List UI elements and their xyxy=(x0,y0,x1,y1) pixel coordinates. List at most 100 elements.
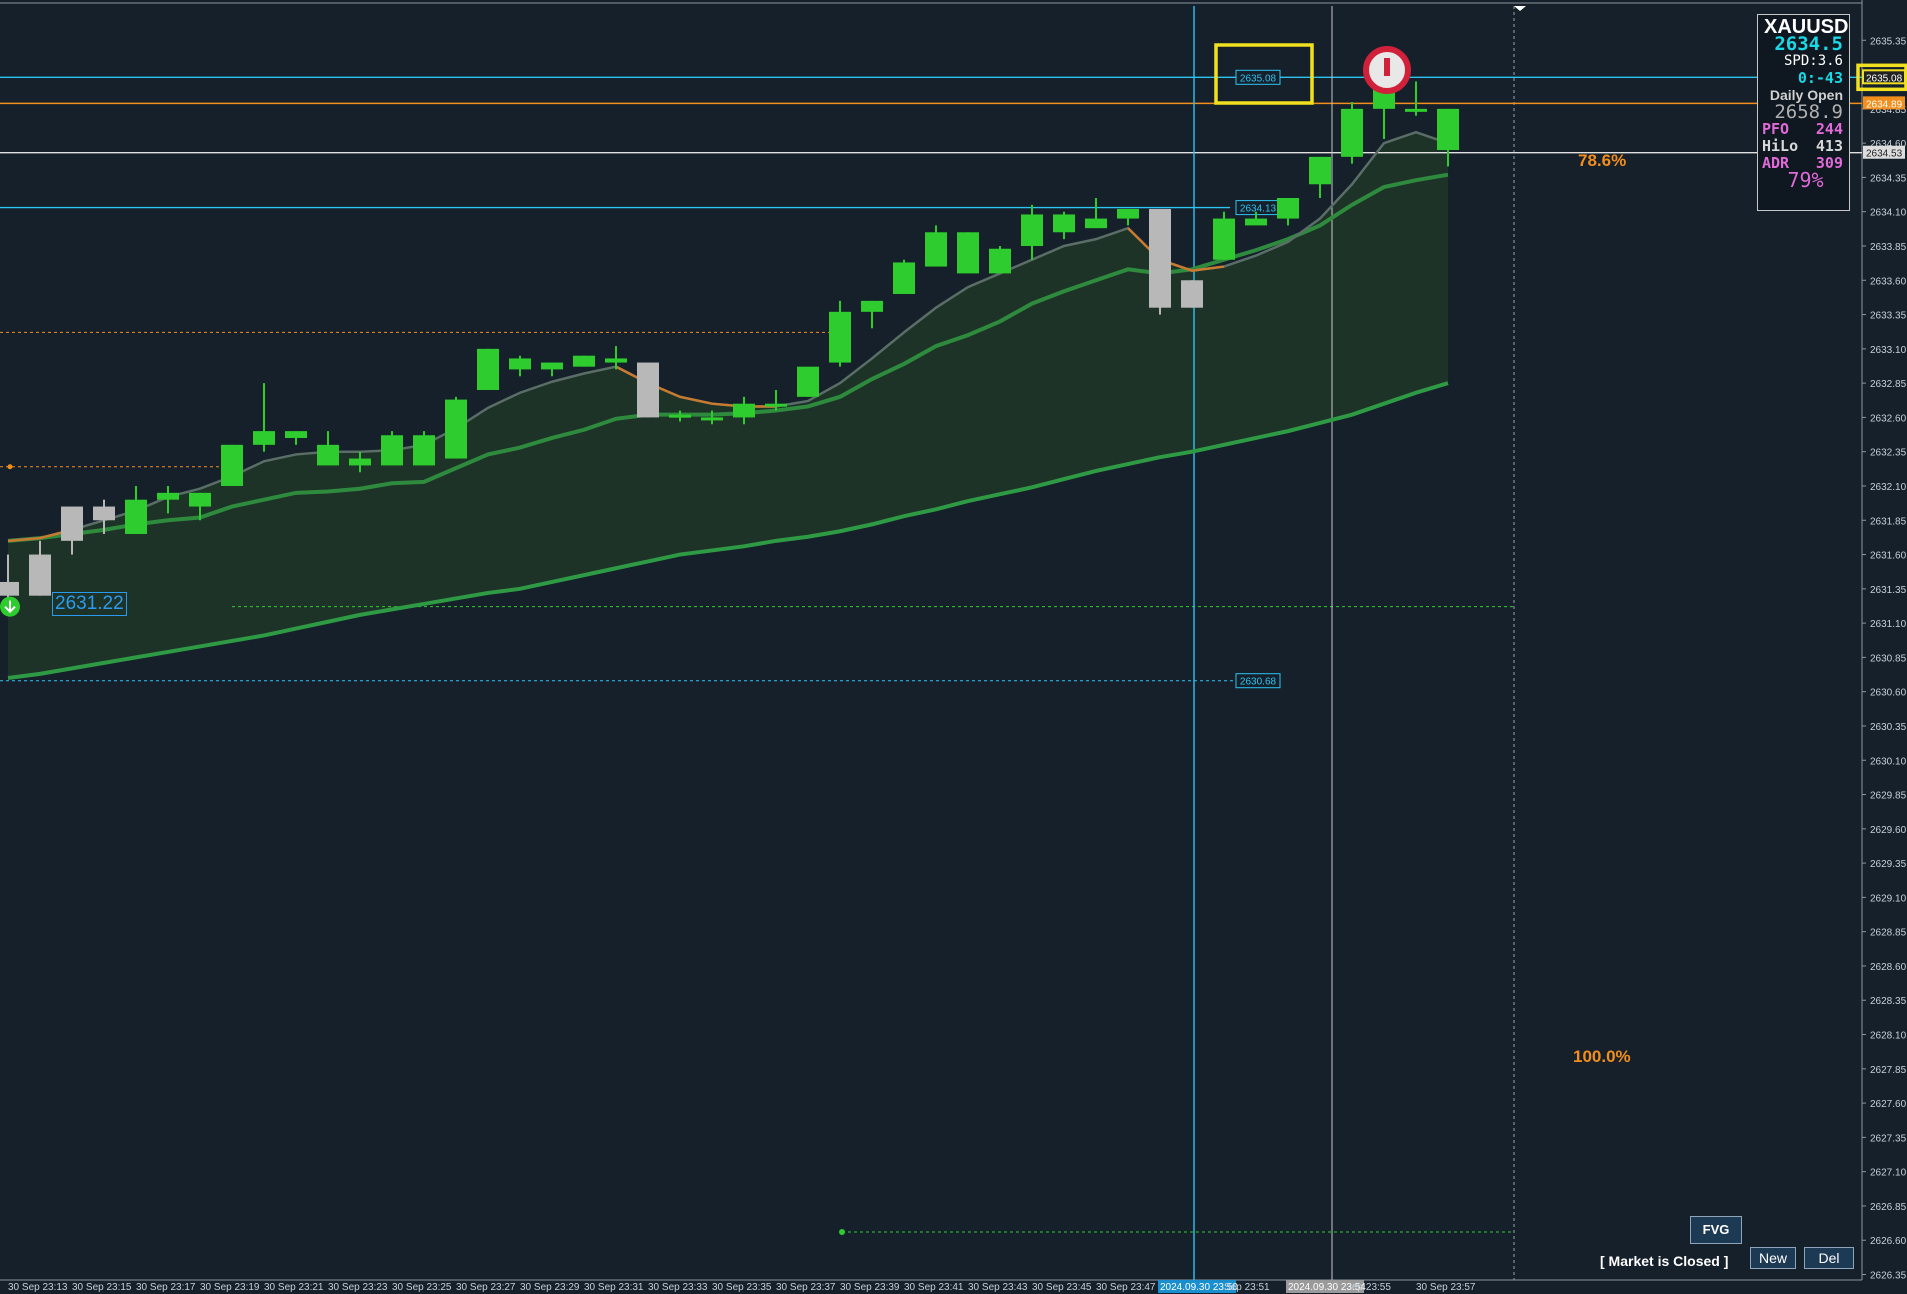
candle-body-38 xyxy=(1213,218,1235,260)
price-tick-label-17: 2631.10 xyxy=(1870,619,1907,630)
price-tick-label-20: 2630.35 xyxy=(1870,722,1907,733)
price-tick-label-32: 2627.35 xyxy=(1870,1133,1907,1144)
time-label-10: 30 Sep 23:33 xyxy=(648,1282,708,1293)
price-tick-label-25: 2629.10 xyxy=(1870,893,1907,904)
price-tick-label-11: 2632.60 xyxy=(1870,413,1907,424)
price-tick-label-34: 2626.85 xyxy=(1870,1202,1907,1213)
candle-body-22 xyxy=(701,417,723,421)
price-tick-label-14: 2631.85 xyxy=(1870,516,1907,527)
price-tick-label-0: 2635.35 xyxy=(1870,36,1907,47)
symbol-info-panel: XAUUSD 2634.5 SPD:3.6 0:-43 Daily Open 2… xyxy=(1757,14,1850,211)
time-label-9: 30 Sep 23:31 xyxy=(584,1282,644,1293)
new-button[interactable]: New xyxy=(1750,1247,1796,1269)
time-label-16: 30 Sep 23:45 xyxy=(1032,1282,1092,1293)
price-tick-label-35: 2626.60 xyxy=(1870,1236,1907,1247)
price-tick-label-18: 2630.85 xyxy=(1870,653,1907,664)
candle-body-42 xyxy=(1341,108,1363,157)
fib-label-78: 78.6% xyxy=(1578,150,1627,170)
candle-body-6 xyxy=(189,492,211,507)
panel-spread: SPD:3.6 xyxy=(1783,53,1843,69)
candle-body-36 xyxy=(1149,208,1171,308)
panel-timer: 0:-43 xyxy=(1797,69,1843,87)
candle-body-18 xyxy=(573,355,595,367)
price-chart[interactable]: 2635.082634.132630.682635.352635.102634.… xyxy=(0,0,1907,1294)
time-label-13: 30 Sep 23:39 xyxy=(840,1282,900,1293)
time-label-8: 30 Sep 23:29 xyxy=(520,1282,580,1293)
candle-body-30 xyxy=(957,232,979,274)
time-label-14: 30 Sep 23:41 xyxy=(904,1282,964,1293)
candle-body-17 xyxy=(541,362,563,370)
time-label-22: 30 Sep 23:57 xyxy=(1416,1282,1476,1293)
panel-hilo-row: HiLo 413 xyxy=(1758,138,1843,155)
chart-background xyxy=(0,0,1907,1294)
price-tick-label-10: 2632.85 xyxy=(1870,379,1907,390)
fixed-price-label: 2631.22 xyxy=(52,592,127,616)
candle-body-15 xyxy=(477,348,499,390)
price-level-text-0: 2635.08 xyxy=(1240,73,1277,84)
time-label-6: 30 Sep 23:25 xyxy=(392,1282,452,1293)
time-label-0: 30 Sep 23:13 xyxy=(8,1282,68,1293)
price-tick-label-27: 2628.60 xyxy=(1870,962,1907,973)
panel-adr-percent: 79% xyxy=(1787,168,1824,192)
price-marker-label-0: 2635.08 xyxy=(1866,73,1903,84)
time-label-21: ep 23:55 xyxy=(1352,1282,1391,1293)
panel-pfo-value: 244 xyxy=(1815,120,1843,138)
orange-dot xyxy=(7,464,13,470)
candle-body-45 xyxy=(1437,108,1459,150)
candle-body-34 xyxy=(1085,218,1107,229)
candle-body-41 xyxy=(1309,156,1331,185)
panel-hilo-value: 413 xyxy=(1815,137,1843,155)
candle-body-37 xyxy=(1181,280,1203,308)
candle-body-28 xyxy=(893,262,915,294)
candle-body-31 xyxy=(989,248,1011,274)
price-level-text-3: 2634.13 xyxy=(1240,204,1277,215)
candle-body-32 xyxy=(1021,214,1043,246)
candle-body-24 xyxy=(765,403,787,407)
price-tick-label-28: 2628.35 xyxy=(1870,996,1907,1007)
candle-body-29 xyxy=(925,232,947,267)
del-button[interactable]: Del xyxy=(1804,1247,1854,1269)
price-tick-label-36: 2626.35 xyxy=(1870,1271,1907,1282)
price-tick-label-22: 2629.85 xyxy=(1870,791,1907,802)
price-tick-label-6: 2633.85 xyxy=(1870,242,1907,253)
candle-body-3 xyxy=(93,506,115,521)
panel-hilo-label: HiLo xyxy=(1762,137,1799,155)
candle-body-21 xyxy=(669,414,691,418)
price-tick-label-31: 2627.60 xyxy=(1870,1099,1907,1110)
price-tick-label-15: 2631.60 xyxy=(1870,551,1907,562)
candle-body-7 xyxy=(221,444,243,486)
candle-body-23 xyxy=(733,403,755,418)
fvg-button[interactable]: FVG xyxy=(1690,1216,1742,1244)
price-marker-label-1: 2634.89 xyxy=(1866,99,1903,110)
candle-body-12 xyxy=(381,435,403,466)
price-level-text-4: 2630.68 xyxy=(1240,677,1277,688)
candle-body-14 xyxy=(445,399,467,459)
candle-body-20 xyxy=(637,362,659,418)
time-label-1: 30 Sep 23:15 xyxy=(72,1282,132,1293)
panel-pfo-row: PFO 244 xyxy=(1758,121,1843,138)
price-tick-label-21: 2630.10 xyxy=(1870,756,1907,767)
candle-body-40 xyxy=(1277,197,1299,219)
price-tick-label-9: 2633.10 xyxy=(1870,345,1907,356)
time-label-11: 30 Sep 23:35 xyxy=(712,1282,772,1293)
candle-body-9 xyxy=(285,431,307,438)
price-tick-label-12: 2632.35 xyxy=(1870,448,1907,459)
candle-body-8 xyxy=(253,431,275,445)
price-tick-label-26: 2628.85 xyxy=(1870,928,1907,939)
candle-body-16 xyxy=(509,358,531,370)
panel-price: 2634.5 xyxy=(1774,33,1843,55)
candle-body-33 xyxy=(1053,214,1075,233)
candle-body-1 xyxy=(29,554,51,596)
panel-pfo-label: PFO xyxy=(1762,120,1790,138)
candle-body-5 xyxy=(157,492,179,500)
candle-body-4 xyxy=(125,499,147,534)
candle-body-35 xyxy=(1117,208,1139,219)
fib-label-100: 100.0% xyxy=(1573,1047,1631,1067)
price-tick-label-16: 2631.35 xyxy=(1870,585,1907,596)
time-label-3: 30 Sep 23:19 xyxy=(200,1282,260,1293)
sell-signal-bar xyxy=(1384,58,1390,76)
price-tick-label-7: 2633.60 xyxy=(1870,276,1907,287)
time-label-4: 30 Sep 23:21 xyxy=(264,1282,324,1293)
candle-body-39 xyxy=(1245,218,1267,226)
time-label-15: 30 Sep 23:43 xyxy=(968,1282,1028,1293)
